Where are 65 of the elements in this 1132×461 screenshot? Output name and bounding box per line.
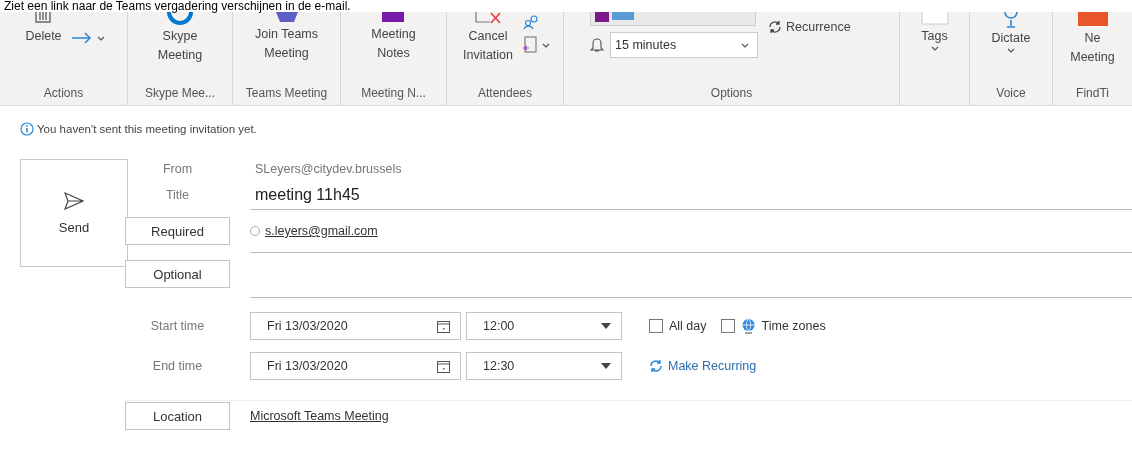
caret-icon (542, 42, 550, 48)
meeting-notes-button[interactable]: Meeting Notes (368, 12, 419, 63)
checkbox[interactable] (649, 319, 663, 333)
caret-icon (1007, 48, 1015, 53)
recurrence-icon (768, 20, 782, 34)
make-recurring-link[interactable]: Make Recurring (649, 359, 757, 373)
new-meeting-icon (1076, 12, 1109, 28)
bell-icon (590, 37, 604, 53)
new-meeting-button[interactable]: Ne Meeting (1067, 12, 1118, 67)
dropdown-arrow-icon (601, 323, 611, 329)
group-label: Skype Mee... (145, 86, 215, 100)
group-label: Voice (996, 86, 1026, 100)
date-field[interactable]: Fri 13/03/2020 (250, 312, 461, 340)
recipient-link[interactable]: s.leyers@gmail.com (265, 224, 378, 238)
caret-icon (930, 46, 939, 51)
location-link[interactable]: Microsoft Teams Meeting (250, 409, 389, 423)
tags-button[interactable]: Tags (916, 12, 953, 52)
field-label: End time (152, 359, 203, 373)
address-book-button[interactable] (522, 36, 550, 54)
send-button[interactable]: Send (20, 159, 128, 267)
group-label: Actions (43, 86, 84, 100)
calendar-icon (437, 319, 450, 333)
group-label: FindTi (1076, 86, 1109, 100)
date-field[interactable]: Fri 13/03/2020 (250, 352, 461, 380)
checkbox[interactable] (720, 319, 735, 333)
time-dropdown[interactable]: 12:00 (466, 312, 622, 340)
caption-text: Ziet een link naar de Teams vergadering verschijnen in de e-mail. (3, 0, 352, 12)
join-teams-button[interactable]: Join Teams Meeting (252, 12, 321, 63)
group-label: Meeting N... (361, 86, 426, 100)
skype-meeting-button[interactable]: Skype Meeting (154, 12, 206, 65)
recurrence-button[interactable]: Recurrence (768, 19, 851, 35)
trash-icon (33, 12, 54, 26)
address-book-icon (522, 36, 538, 54)
calendar-icon (437, 359, 450, 373)
arrow-icon (70, 32, 93, 44)
dropdown-arrow-icon (601, 363, 611, 369)
cancel-invitation-button[interactable]: Cancel Invitation (460, 12, 516, 65)
time-dropdown[interactable]: 12:30 (466, 352, 622, 380)
caret-icon (741, 42, 749, 48)
dictate-button[interactable]: Dictate (988, 12, 1034, 54)
group-label: Attendees (477, 86, 532, 100)
info-message: You haven't sent this meeting invitation yet. (37, 123, 257, 135)
forward-button[interactable] (70, 32, 105, 44)
caret-icon (96, 35, 105, 41)
field-label: Start time (150, 319, 205, 333)
title-field[interactable]: meeting 11h45 (255, 186, 360, 204)
send-icon (64, 191, 84, 210)
optional-button[interactable]: Optional (125, 260, 230, 288)
group-label: Options (710, 86, 753, 100)
checkbox-label: All day (669, 319, 707, 333)
field-label: Title (165, 188, 190, 202)
recurrence-icon (649, 359, 663, 373)
field-label: From (162, 162, 193, 176)
reminder-dropdown[interactable]: 15 minutes (610, 32, 758, 58)
location-button[interactable]: Location (125, 402, 230, 430)
people-icon[interactable] (522, 14, 540, 30)
required-button[interactable]: Required (125, 217, 230, 245)
checkbox-label: Time zones (761, 319, 826, 333)
globe-icon (740, 318, 756, 334)
group-label: Teams Meeting (245, 86, 328, 100)
cancel-invitation-icon (474, 12, 502, 26)
delete-button[interactable]: Delete (22, 12, 65, 46)
status-dropdown[interactable] (590, 12, 756, 26)
from-address: SLeyers@citydev.brussels (255, 162, 402, 176)
info-icon (20, 122, 34, 136)
